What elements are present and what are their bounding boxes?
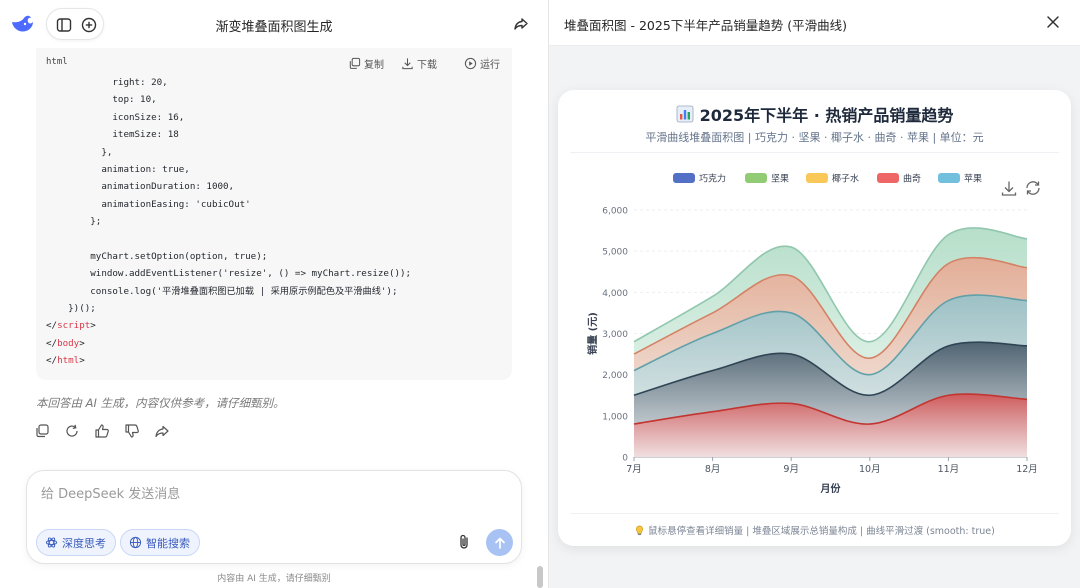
x-tick-label: 11月 (938, 464, 960, 475)
code-line: iconSize: 16, (46, 111, 185, 123)
restore-icon[interactable] (1026, 181, 1040, 195)
legend-label: 巧克力 (699, 173, 726, 185)
save-image-icon[interactable] (1001, 181, 1017, 196)
message-composer[interactable]: 给 DeepSeek 发送消息 深度思考 智能搜索 (26, 470, 522, 564)
web-search-label: 智能搜索 (146, 536, 190, 550)
run-code-button[interactable]: 运行 (464, 55, 500, 71)
code-line: itemSize: 18 (46, 129, 179, 141)
chart-card: 2025年下半年 · 热销产品销量趋势 平滑曲线堆叠面积图 | 巧克力 · 坚果… (558, 90, 1071, 546)
legend-item[interactable]: 苹果 (938, 173, 982, 185)
copy-message-icon[interactable] (34, 423, 50, 439)
y-tick-label: 2,000 (602, 371, 628, 381)
card-footer-text: 鼠标悬停查看详细销量 | 堆叠区域展示总销量构成 | 曲线平滑过渡 (smoot… (648, 526, 995, 537)
x-tick-label: 8月 (705, 464, 721, 475)
code-block: html 复制 下载 运行 right: 20, top: 10, iconSi… (36, 48, 512, 380)
y-axis-title: 销量 (元) (586, 312, 599, 355)
code-line: animationDuration: 1000, (46, 181, 235, 193)
legend-item[interactable]: 坚果 (745, 173, 789, 185)
stacked-area-chart: 0 1,000 2,000 3,000 4,000 5,000 6,000 7月 8月 9月 10月… (586, 173, 1040, 495)
chat-pane: 渐变堆叠面积图生成 html 复制 下载 运行 right: 20, top: … (0, 0, 548, 588)
code-line: })(); (46, 303, 96, 315)
x-tick-label: 10月 (859, 464, 881, 475)
copy-label: 复制 (364, 59, 384, 71)
y-tick-label: 6,000 (602, 207, 628, 217)
x-tick-label: 12月 (1016, 464, 1038, 475)
code-line: top: 10, (46, 94, 157, 106)
web-search-toggle[interactable]: 智能搜索 (120, 529, 200, 556)
y-tick-label: 5,000 (602, 248, 628, 258)
download-icon (402, 57, 413, 69)
y-tick-label: 1,000 (602, 412, 628, 422)
play-icon (464, 57, 477, 69)
ai-disclaimer: 本回答由 AI 生成，内容仅供参考，请仔细甄别。 (36, 396, 285, 410)
legend-item[interactable]: 巧克力 (673, 173, 726, 185)
card-footer-divider (570, 513, 1059, 514)
legend-swatch (806, 173, 828, 183)
y-tick-label: 0 (622, 454, 628, 464)
code-line: right: 20, (46, 77, 168, 88)
download-code-button[interactable]: 下载 (401, 55, 437, 71)
legend-swatch (877, 173, 899, 183)
preview-pane: 堆叠面积图 - 2025下半年产品销量趋势 (平滑曲线) 2025年下半年 · … (549, 0, 1080, 588)
card-footer: 鼠标悬停查看详细销量 | 堆叠区域展示总销量构成 | 曲线平滑过渡 (smoot… (558, 523, 1071, 537)
chat-title: 渐变堆叠面积图生成 (215, 20, 333, 35)
legend-swatch (673, 173, 695, 183)
code-line: }; (46, 216, 102, 228)
code-line: </html> (46, 355, 85, 367)
code-line: animation: true, (46, 163, 190, 175)
legend-label: 苹果 (964, 173, 982, 185)
code-line: </script> (46, 320, 96, 332)
code-line: myChart.setOption(option, true); (46, 250, 268, 262)
footer-note: 内容由 AI 生成，请仔细甄别 (217, 574, 331, 584)
y-tick-label: 4,000 (602, 289, 628, 299)
run-label: 运行 (480, 59, 500, 71)
x-tick-label: 7月 (626, 464, 642, 475)
message-input[interactable]: 给 DeepSeek 发送消息 (41, 483, 180, 502)
deep-think-label: 深度思考 (62, 536, 106, 550)
copy-code-button[interactable]: 复制 (348, 55, 384, 71)
share-message-icon[interactable] (154, 423, 170, 439)
preview-title: 堆叠面积图 - 2025下半年产品销量趋势 (平滑曲线) (564, 18, 847, 33)
close-icon[interactable] (1046, 15, 1060, 29)
chat-topbar: 渐变堆叠面积图生成 (0, 0, 548, 48)
paperclip-icon[interactable] (456, 533, 472, 551)
regenerate-icon[interactable] (64, 423, 80, 439)
code-lines: right: 20, top: 10, iconSize: 16, itemSi… (46, 74, 411, 370)
arrow-up-icon (494, 537, 505, 549)
share-icon[interactable] (512, 15, 530, 33)
deep-think-toggle[interactable]: 深度思考 (36, 529, 116, 556)
thumbs-down-icon[interactable] (124, 423, 140, 439)
code-line: animationEasing: 'cubicOut' (46, 198, 251, 210)
code-line: window.addEventListener('resize', () => … (46, 268, 412, 280)
copy-icon (349, 57, 361, 69)
thumbs-up-icon[interactable] (94, 423, 110, 439)
y-tick-label: 3,000 (602, 330, 628, 340)
x-tick-label: 9月 (783, 464, 799, 475)
code-language-label: html (46, 57, 68, 67)
lightbulb-icon (636, 525, 644, 535)
code-line: console.log('平滑堆叠面积图已加载 | 采用原示例配色及平滑曲线')… (46, 285, 398, 297)
atom-icon (45, 537, 58, 548)
download-label: 下载 (417, 59, 437, 71)
code-line: }, (46, 146, 113, 158)
code-line: </body> (46, 337, 85, 349)
legend-label: 坚果 (771, 174, 789, 185)
x-axis-title: 月份 (820, 482, 842, 495)
legend-swatch (938, 173, 960, 183)
preview-header: 堆叠面积图 - 2025下半年产品销量趋势 (平滑曲线) (549, 0, 1080, 46)
legend-label: 椰子水 (832, 173, 859, 185)
globe-icon (129, 536, 142, 549)
legend-item[interactable]: 曲奇 (877, 173, 921, 185)
scrollbar-thumb[interactable] (537, 566, 543, 588)
legend-swatch (745, 173, 767, 183)
legend-item[interactable]: 椰子水 (806, 173, 859, 185)
legend-label: 曲奇 (903, 173, 921, 185)
send-button[interactable] (486, 529, 513, 556)
